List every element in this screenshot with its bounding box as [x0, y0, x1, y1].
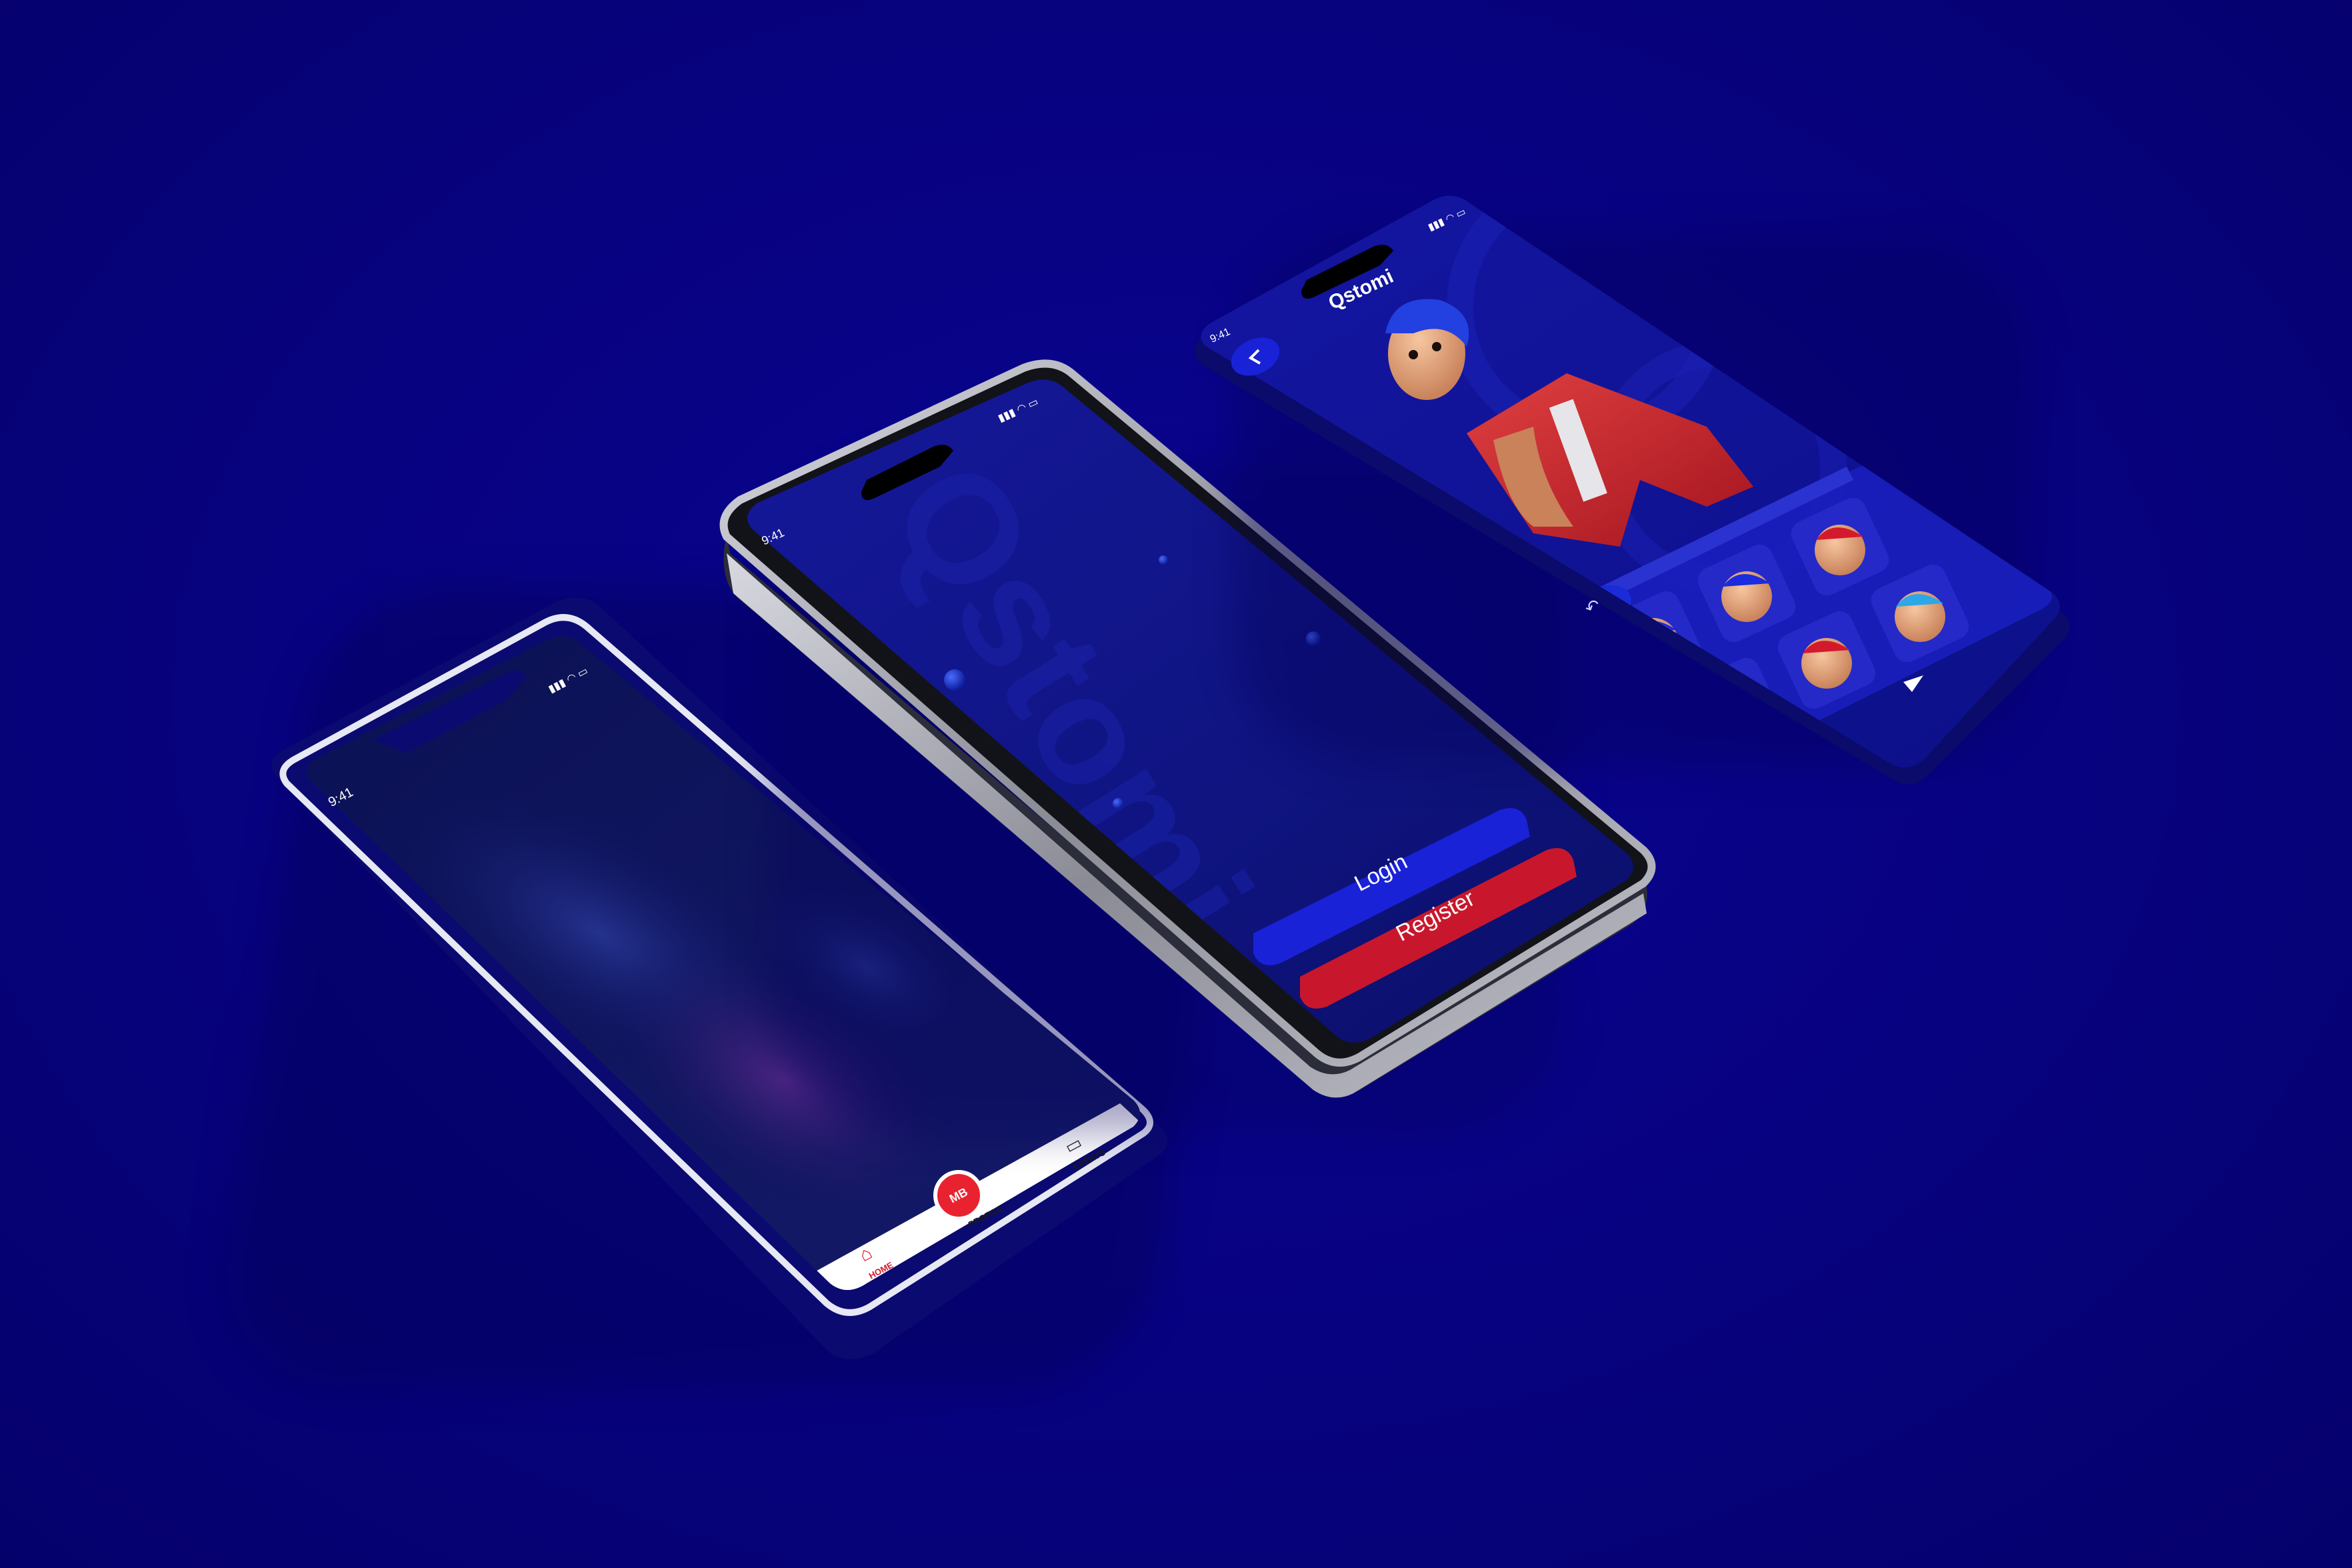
chevron-down-icon[interactable]	[1900, 670, 1927, 697]
right-phone	[1194, 195, 2070, 785]
back-button[interactable]	[1240, 343, 1272, 370]
mockup-stage: 9:41 ▮▮▮ ◠ ▭ ⌂ HOME MB PROFILE ▭ EVENTS	[0, 0, 2352, 1568]
